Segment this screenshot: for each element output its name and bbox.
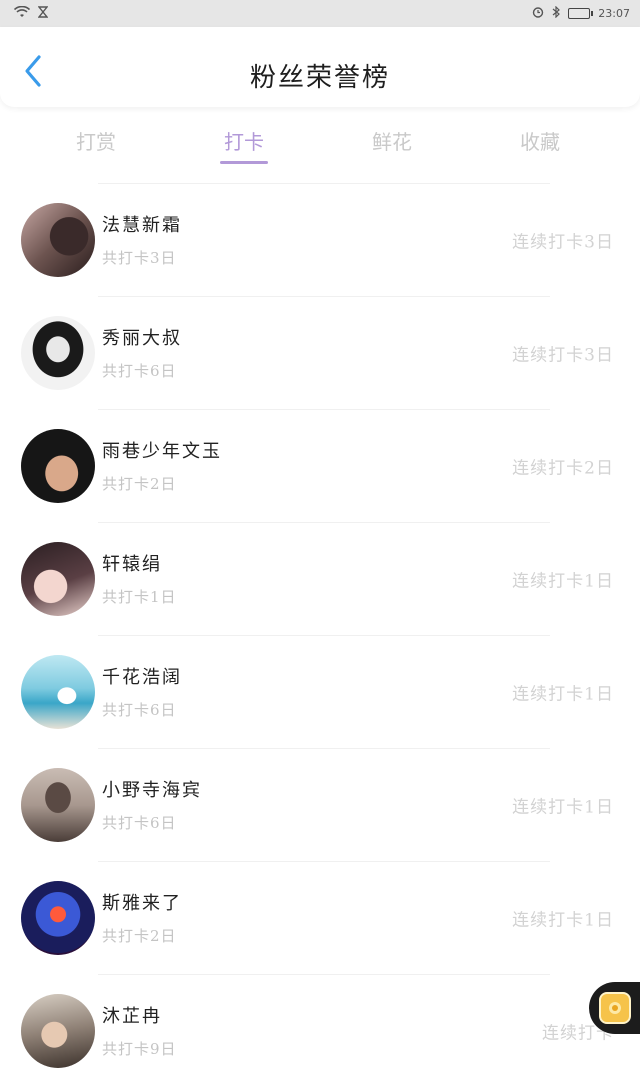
total-checkins: 共打卡6日: [102, 362, 177, 380]
fan-name[interactable]: 法慧新霜: [102, 211, 182, 237]
list-item[interactable]: 轩辕绢 共打卡1日 连续打卡1日: [0, 522, 640, 635]
avatar[interactable]: [21, 993, 95, 1068]
fan-name[interactable]: 秀丽大叔: [102, 324, 182, 350]
streak-label: 连续打卡2日: [512, 458, 614, 478]
total-checkins: 共打卡2日: [102, 475, 177, 493]
chat-icon: [599, 992, 631, 1024]
avatar[interactable]: [21, 428, 95, 503]
tab-bar: 打赏 打卡 鲜花 收藏: [0, 118, 640, 168]
header: 粉丝荣誉榜: [0, 27, 640, 107]
fan-list: 法慧新霜 共打卡3日 连续打卡3日 秀丽大叔 共打卡6日 连续打卡3日 雨巷少年…: [0, 183, 640, 1087]
streak-label: 连续打卡3日: [512, 232, 614, 252]
floating-chat-button[interactable]: [589, 982, 640, 1034]
fan-name[interactable]: 轩辕绢: [102, 550, 177, 576]
battery-icon: [568, 8, 594, 19]
list-item[interactable]: 秀丽大叔 共打卡6日 连续打卡3日: [0, 296, 640, 409]
streak-label: 连续打卡3日: [512, 345, 614, 365]
avatar[interactable]: [21, 202, 95, 277]
fan-name[interactable]: 千花浩阔: [102, 663, 182, 689]
tab-favorites[interactable]: 收藏: [466, 118, 614, 168]
avatar[interactable]: [21, 767, 95, 842]
total-checkins: 共打卡3日: [102, 249, 177, 267]
status-time: 23:07: [598, 7, 630, 20]
wifi-icon: [13, 5, 31, 21]
streak-label: 连续打卡1日: [512, 684, 614, 704]
tab-reward[interactable]: 打赏: [22, 118, 170, 168]
alarm-icon: [532, 6, 544, 21]
hourglass-icon: [37, 6, 49, 21]
bluetooth-icon: [552, 5, 561, 21]
avatar[interactable]: [21, 315, 95, 390]
total-checkins: 共打卡6日: [102, 814, 177, 832]
total-checkins: 共打卡6日: [102, 701, 177, 719]
list-item[interactable]: 小野寺海宾 共打卡6日 连续打卡1日: [0, 748, 640, 861]
streak-label: 连续打卡1日: [512, 571, 614, 591]
list-item[interactable]: 法慧新霜 共打卡3日 连续打卡3日: [0, 183, 640, 296]
streak-label: 连续打卡1日: [512, 797, 614, 817]
page-title: 粉丝荣誉榜: [249, 63, 390, 93]
fan-name[interactable]: 雨巷少年文玉: [102, 437, 222, 463]
avatar[interactable]: [21, 654, 95, 729]
list-item[interactable]: 斯雅来了 共打卡2日 连续打卡1日: [0, 861, 640, 974]
total-checkins: 共打卡2日: [102, 927, 177, 945]
list-item[interactable]: 沐芷冉 共打卡9日 连续打卡: [0, 974, 640, 1087]
fan-name[interactable]: 斯雅来了: [102, 889, 182, 915]
avatar[interactable]: [21, 541, 95, 616]
tab-flowers[interactable]: 鲜花: [318, 118, 466, 168]
list-item[interactable]: 千花浩阔 共打卡6日 连续打卡1日: [0, 635, 640, 748]
avatar[interactable]: [21, 880, 95, 955]
total-checkins: 共打卡9日: [102, 1040, 177, 1058]
status-bar: 23:07: [0, 0, 640, 27]
streak-label: 连续打卡1日: [512, 910, 614, 930]
tab-checkin[interactable]: 打卡: [170, 118, 318, 168]
fan-name[interactable]: 小野寺海宾: [102, 776, 202, 802]
total-checkins: 共打卡1日: [102, 588, 177, 606]
list-item[interactable]: 雨巷少年文玉 共打卡2日 连续打卡2日: [0, 409, 640, 522]
fan-name[interactable]: 沐芷冉: [102, 1002, 177, 1028]
